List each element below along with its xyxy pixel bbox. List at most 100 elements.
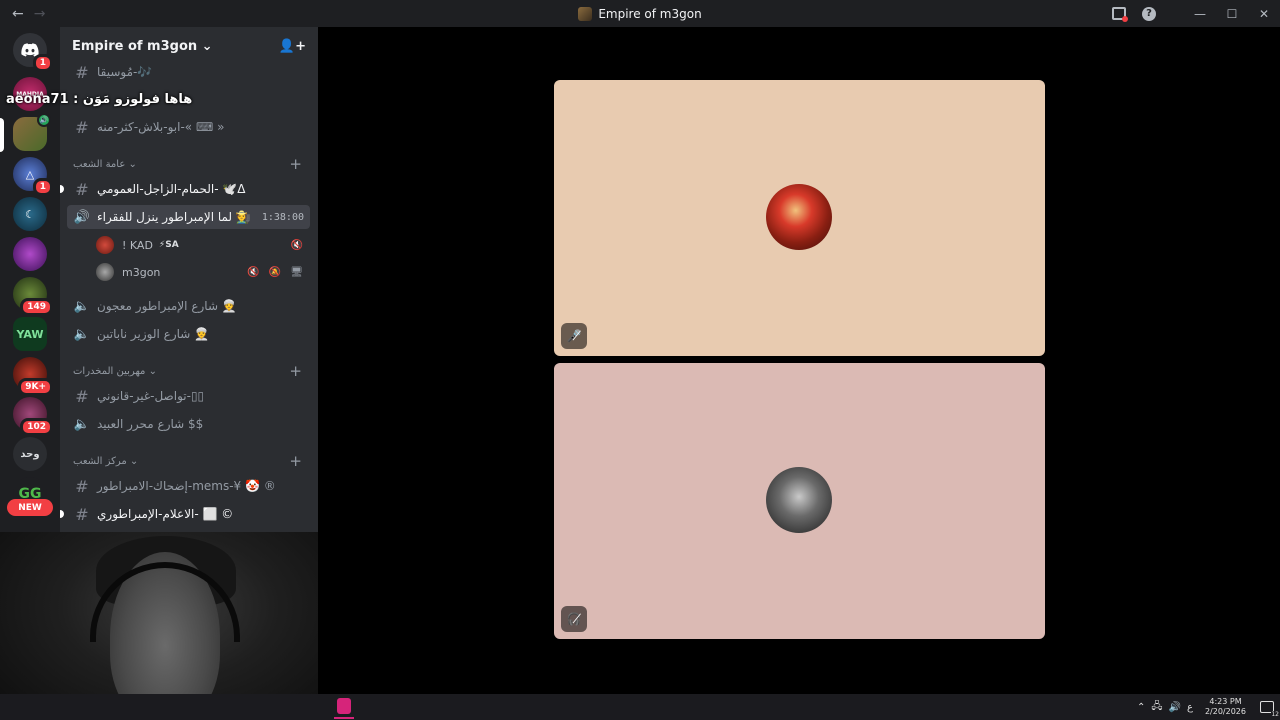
guild-label: YAW [16, 327, 44, 341]
participant-tile-m3gon[interactable]: 🎧̸ [554, 363, 1045, 639]
new-unreads-pill[interactable]: NEW [7, 499, 53, 516]
title-bar: ← → Empire of m3gon ? — ☐ ✕ [0, 0, 1280, 27]
clock-time: 4:23 PM [1209, 697, 1242, 706]
mute-icon: 🔇 [290, 239, 306, 251]
chevron-down-icon: ⌄ [201, 38, 213, 54]
guild-red[interactable]: 9K+ [13, 357, 53, 396]
chevron-down-icon: ⌄ [148, 365, 157, 377]
voice-call-stage: 🎤̸ 🎧̸ [318, 27, 1280, 694]
server-name-text: Empire of m3gon [72, 38, 198, 54]
channel-label: شارع الوزير ناباتين 👳 [97, 327, 210, 341]
unread-badge: 102 [20, 418, 53, 436]
channel-label: ابو-بلاش-كثر-منه-« ⌨ » [97, 120, 225, 134]
clock-date: 2/20/2026 [1204, 707, 1246, 716]
unread-indicator [60, 185, 64, 193]
maximize-button[interactable]: ☐ [1216, 0, 1248, 27]
webcam-overlay [0, 532, 337, 720]
avatar [96, 236, 114, 254]
nav-buttons: ← → [12, 6, 45, 22]
app-taskbar-icon[interactable] [337, 698, 351, 714]
voice-channel-3[interactable]: 🔈 شارع الوزير ناباتين 👳 [67, 322, 310, 346]
add-channel-icon[interactable]: + [289, 362, 302, 380]
speaker-icon: 🔈 [73, 326, 91, 342]
category-public[interactable]: عامة الشعب ⌄ + [73, 155, 302, 173]
discord-home-button[interactable]: 1 [13, 33, 53, 72]
close-button[interactable]: ✕ [1248, 0, 1280, 27]
category-smugglers[interactable]: مهربين المخدرات ⌄ + [73, 362, 302, 380]
channel-label: شارع الإمبراطور معجون 👳 [97, 299, 237, 313]
deafened-icon: 🎧̸ [561, 606, 587, 632]
speaker-icon: 🔈 [73, 416, 91, 432]
voice-active-icon: 🔊 [37, 113, 51, 127]
hash-icon: # [75, 476, 89, 496]
os-taskbar: ⌃ 🖧 🔊 ع 4:23 PM 2/20/2026 12 [0, 694, 1280, 720]
notification-center-icon[interactable]: 12 [1260, 701, 1279, 718]
hash-icon: # [75, 62, 89, 82]
speaker-icon: 🔈 [73, 298, 91, 314]
chevron-up-icon[interactable]: ⌃ [1137, 702, 1145, 713]
voice-channel-active[interactable]: 🔊 لما الإمبراطور ينزل للفقراء 🧑‍🌾 1:38:00 [67, 205, 310, 229]
voice-user-kad[interactable]: ! KAD ⚡SA 🔇 [96, 234, 306, 256]
guild-yaw[interactable]: YAW [13, 317, 47, 351]
window-title-area: Empire of m3gon [0, 0, 1280, 27]
add-channel-icon[interactable]: + [289, 452, 302, 470]
guild-green[interactable]: 149 [13, 277, 53, 316]
invite-people-icon[interactable]: 👤+ [279, 39, 306, 54]
avatar [96, 263, 114, 281]
guild-label: وحد [20, 448, 40, 460]
guild-wahd[interactable]: وحد [13, 437, 47, 471]
channel-flags[interactable]: # الاعلام-الإمبراطوري- ⬜ © [67, 502, 310, 526]
stream-overlay-username: aeona71 : هاها فولوزو مَوَن [6, 92, 193, 107]
category-label: مهربين المخدرات [73, 365, 146, 377]
server-name: Empire of m3gon ⌄ [72, 39, 213, 54]
guild-pixel[interactable]: 102 [13, 397, 53, 436]
network-icon[interactable]: 🖧 [1151, 699, 1162, 716]
voice-user-m3gon[interactable]: m3gon 🔇 🔕 🖥 [96, 261, 306, 283]
clock[interactable]: 4:23 PM 2/20/2026 [1205, 697, 1246, 717]
language-indicator[interactable]: ع [1187, 702, 1193, 713]
voice-user-name: m3gon [122, 265, 161, 279]
guild-purple[interactable] [13, 237, 47, 271]
voice-channel-slaves[interactable]: 🔈 شارع محرر العبيد $$ [67, 412, 310, 436]
channel-label: مُوسيقا-🎶 [97, 65, 153, 79]
channel-label: إضحاك-الامبراطور-mems-¥ 🤡 ® [97, 479, 276, 493]
unread-badge: 1 [32, 54, 53, 72]
guild-triangle[interactable]: △ 1 [13, 157, 53, 196]
voice-user-name: ! KAD [122, 238, 153, 252]
channel-mems[interactable]: # إضحاك-الامبراطور-mems-¥ 🤡 ® [67, 474, 310, 498]
voice-timer: 1:38:00 [261, 211, 304, 223]
minimize-button[interactable]: — [1184, 0, 1216, 27]
unread-badge: 149 [20, 298, 53, 316]
chevron-down-icon: ⌄ [129, 455, 139, 467]
channel-label: شارع محرر العبيد $$ [97, 417, 204, 431]
forward-button[interactable]: → [34, 6, 46, 22]
notification-count: 12 [1271, 711, 1279, 718]
volume-icon[interactable]: 🔊 [1169, 702, 1181, 713]
back-button[interactable]: ← [12, 6, 24, 22]
hash-icon: # [75, 117, 89, 137]
server-thumbnail-icon [578, 6, 593, 21]
title-bar-controls: ? — ☐ ✕ [1104, 0, 1280, 27]
unread-indicator [60, 510, 64, 518]
help-button[interactable]: ? [1134, 0, 1164, 27]
hash-icon: # [75, 504, 89, 524]
channel-label: تواصل-غير-قانوني-▯▯ [97, 389, 205, 403]
category-center[interactable]: مركز الشعب ⌄ + [73, 452, 302, 470]
active-guild-pill [0, 118, 4, 152]
channel-label: الاعلام-الإمبراطوري- ⬜ © [97, 507, 234, 521]
guild-moon[interactable]: ☾ [13, 197, 47, 231]
participant-avatar [766, 184, 832, 250]
guild-empire[interactable]: 🔊 [13, 113, 51, 151]
hash-icon: # [75, 386, 89, 406]
help-icon: ? [1142, 6, 1156, 21]
channel-abu-balash[interactable]: # ابو-بلاش-كثر-منه-« ⌨ » [67, 115, 310, 139]
channel-illegal[interactable]: # تواصل-غير-قانوني-▯▯ [67, 384, 310, 408]
participant-tile-kad[interactable]: 🎤̸ [554, 80, 1045, 356]
speaker-icon: 🔊 [73, 209, 91, 225]
channel-pigeon[interactable]: # الحمام-الزاجل-العمومي- 🕊️Δ [67, 177, 310, 201]
voice-channel-2[interactable]: 🔈 شارع الإمبراطور معجون 👳 [67, 294, 310, 318]
inbox-button[interactable] [1104, 0, 1134, 27]
channel-music[interactable]: # مُوسيقا-🎶 [67, 60, 310, 84]
add-channel-icon[interactable]: + [289, 155, 302, 173]
status-icons: 🔇 🔕 🖥 [247, 266, 306, 278]
